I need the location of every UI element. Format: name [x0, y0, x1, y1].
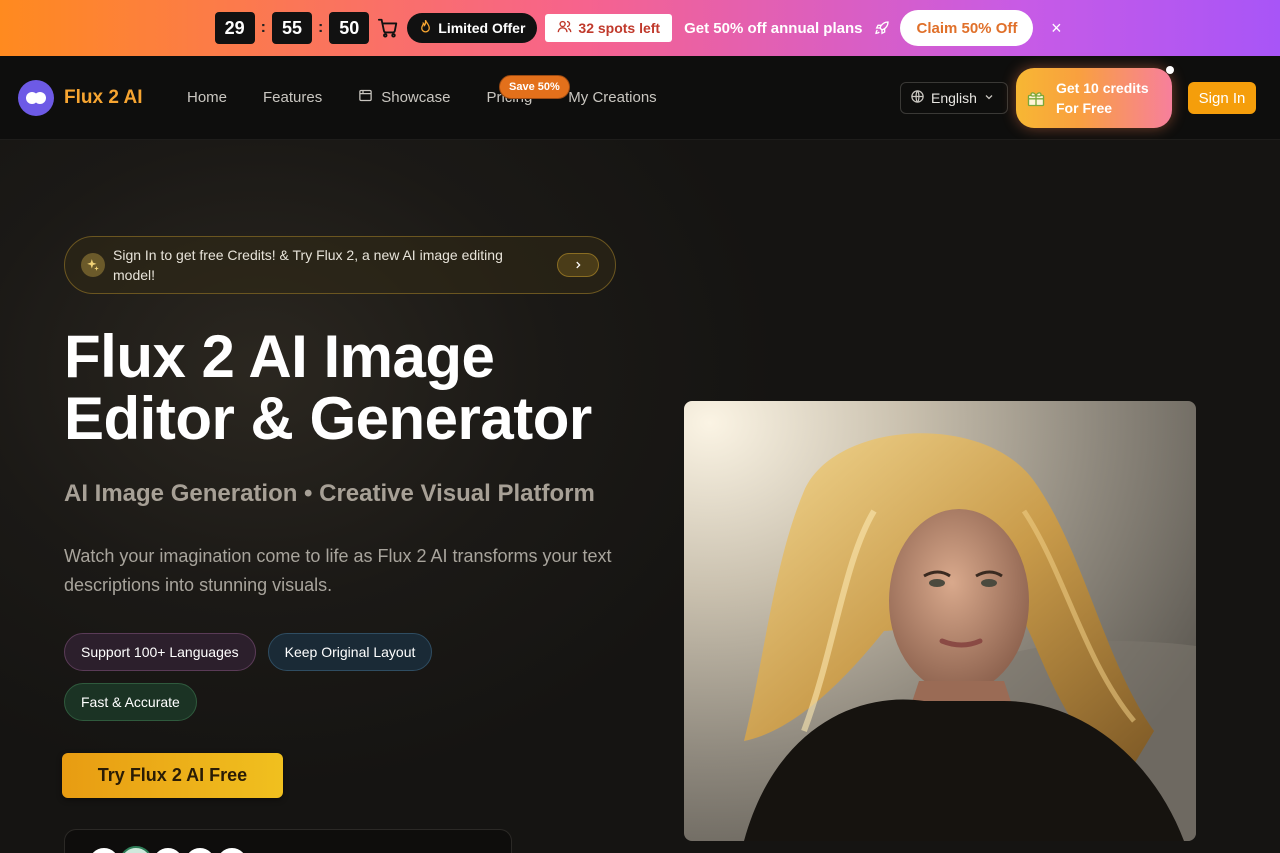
- notification-dot: [1166, 66, 1174, 74]
- showcase-label: Showcase: [381, 89, 451, 106]
- credits-line-1: Get 10 credits: [1056, 80, 1149, 96]
- page-title: Flux 2 AI Image Editor & Generator: [64, 326, 664, 450]
- brand-logo[interactable]: Flux 2 AI: [18, 80, 142, 116]
- logo-icon: [18, 80, 54, 116]
- tag-layout: Keep Original Layout: [267, 633, 433, 671]
- social-proof-card: [64, 829, 512, 853]
- limited-offer-label: Limited Offer: [438, 20, 526, 36]
- avatar: [183, 846, 217, 853]
- chevron-right-icon[interactable]: [557, 253, 599, 277]
- avatar: [119, 846, 153, 853]
- spots-left-label: 32 spots left: [578, 20, 661, 36]
- nav-link-features[interactable]: Features: [263, 89, 322, 106]
- cart-icon: [377, 17, 399, 39]
- discount-text: Get 50% off annual plans: [684, 19, 863, 37]
- sparkle-icon: [81, 253, 105, 277]
- language-select[interactable]: English: [900, 82, 1008, 114]
- notice-text: Sign In to get free Credits! & Try Flux …: [113, 247, 503, 283]
- credits-line-2: For Free: [1056, 100, 1113, 116]
- gift-icon: [1026, 88, 1046, 108]
- close-icon[interactable]: ×: [1047, 18, 1065, 39]
- timer-seconds: 50: [329, 12, 370, 44]
- avatar: [87, 846, 121, 853]
- globe-icon: [910, 89, 925, 107]
- sign-in-button[interactable]: Sign In: [1188, 82, 1256, 114]
- timer-minutes: 55: [271, 12, 312, 44]
- chevron-down-icon: [983, 90, 995, 106]
- tag-languages: Support 100+ Languages: [64, 633, 256, 671]
- nav-link-home[interactable]: Home: [187, 89, 227, 106]
- showcase-icon: [358, 88, 373, 107]
- rocket-icon: [874, 19, 892, 37]
- free-credits-button[interactable]: Get 10 credits For Free: [1016, 68, 1172, 128]
- hero-description: Watch your imagination come to life as F…: [64, 546, 612, 595]
- save-badge: Save 50%: [499, 75, 570, 99]
- tag-fast: Fast & Accurate: [64, 683, 197, 721]
- feature-tags: Support 100+ Languages Keep Original Lay…: [64, 633, 504, 721]
- timer-separator: :: [317, 19, 324, 36]
- promo-banner: 29 : 55 : 50 Limited Offer 32 spots left…: [0, 0, 1280, 56]
- language-value: English: [931, 90, 977, 106]
- limited-offer-badge: Limited Offer: [407, 13, 538, 43]
- nav-links: Home Features Showcase Pricing My Creati…: [187, 88, 693, 107]
- timer-hours: 29: [214, 12, 255, 44]
- brand-name: Flux 2 AI: [64, 87, 143, 108]
- hero-section: Sign In to get free Credits! & Try Flux …: [0, 140, 1280, 853]
- main-navbar: Flux 2 AI Home Features Showcase Pricing…: [0, 56, 1280, 140]
- title-line-2: Editor & Generator: [64, 385, 592, 452]
- avatar: [215, 846, 249, 853]
- users-icon: [557, 19, 572, 37]
- countdown-timer: 29 : 55 : 50: [214, 12, 370, 44]
- title-line-1: Flux 2 AI Image: [64, 323, 495, 390]
- spots-left-badge: 32 spots left: [545, 14, 673, 42]
- nav-link-showcase[interactable]: Showcase: [358, 88, 450, 107]
- nav-link-my-creations[interactable]: My Creations: [568, 89, 656, 106]
- hero-subtitle: AI Image Generation • Creative Visual Pl…: [64, 480, 595, 507]
- avatar: [151, 846, 185, 853]
- claim-offer-button[interactable]: Claim 50% Off: [900, 10, 1034, 46]
- timer-separator: :: [260, 19, 266, 36]
- signin-notice[interactable]: Sign In to get free Credits! & Try Flux …: [64, 236, 616, 294]
- flame-icon: [419, 19, 432, 37]
- hero-portrait-image: [684, 401, 1196, 841]
- try-free-button[interactable]: Try Flux 2 AI Free: [62, 753, 283, 798]
